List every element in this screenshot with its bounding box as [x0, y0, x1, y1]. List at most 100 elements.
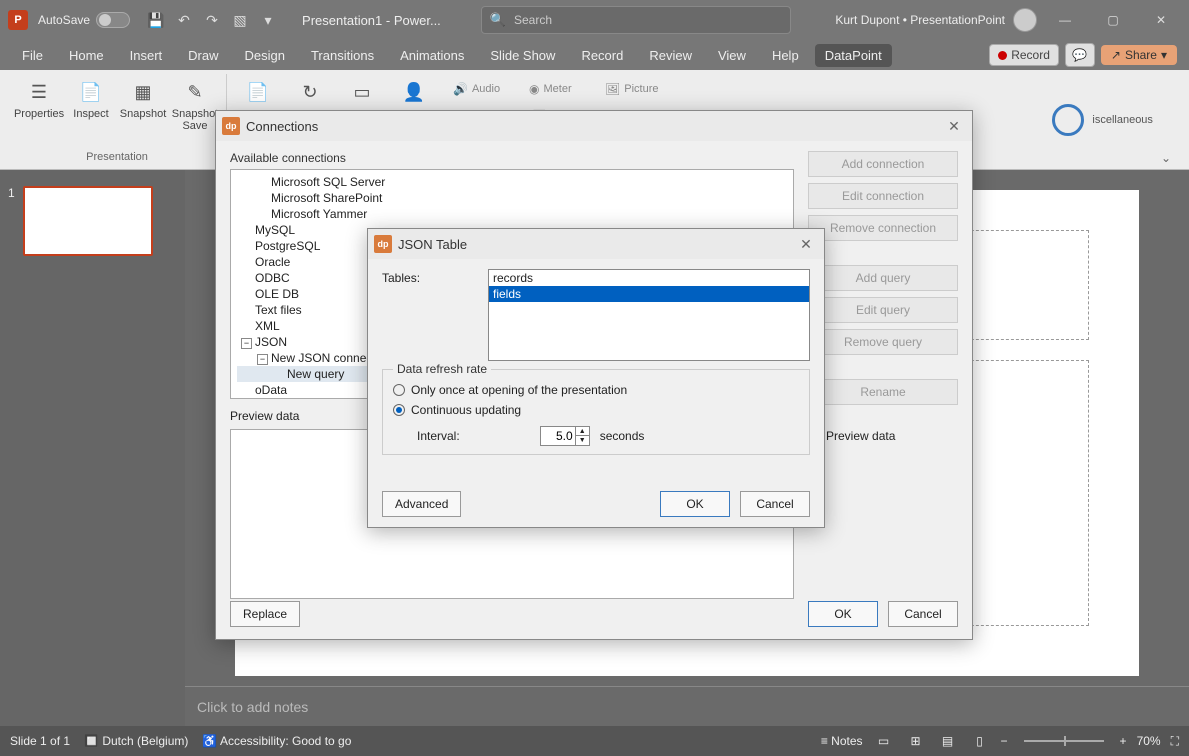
notes-pane[interactable]: Click to add notes: [185, 686, 1189, 726]
rename-button[interactable]: Rename: [808, 379, 958, 405]
save-icon[interactable]: 💾: [142, 6, 170, 34]
snapshot-save-icon: ✎: [181, 78, 209, 106]
group-name-presentation: Presentation: [14, 151, 220, 165]
properties-button[interactable]: ☰Properties: [14, 74, 64, 136]
picture-icon: 🖼: [605, 82, 620, 96]
tab-view[interactable]: View: [708, 44, 756, 67]
zoom-out-button[interactable]: −: [1001, 734, 1008, 748]
ribbon-btn-d[interactable]: 👤: [389, 74, 439, 110]
interval-label: Interval:: [417, 429, 460, 443]
inspect-button[interactable]: 📄Inspect: [66, 74, 116, 136]
interval-spinner[interactable]: ▲▼: [540, 426, 590, 446]
language-button[interactable]: 🔲 Dutch (Belgium): [84, 734, 188, 748]
snapshot-label: Snapshot: [120, 108, 166, 120]
connections-ok-button[interactable]: OK: [808, 601, 878, 627]
connections-cancel-button[interactable]: Cancel: [888, 601, 958, 627]
zoom-level[interactable]: 70%: [1137, 734, 1161, 748]
minimize-button[interactable]: ―: [1045, 5, 1085, 35]
tab-animations[interactable]: Animations: [390, 44, 474, 67]
ribbon-tabs: File Home Insert Draw Design Transitions…: [0, 40, 1189, 70]
add-connection-button[interactable]: Add connection: [808, 151, 958, 177]
tab-slideshow[interactable]: Slide Show: [480, 44, 565, 67]
dp-icon: dp: [222, 117, 240, 135]
autosave-toggle[interactable]: [96, 12, 130, 28]
table-item-records[interactable]: records: [489, 270, 809, 286]
meter-button[interactable]: ◉Meter: [525, 78, 597, 100]
zoom-in-button[interactable]: +: [1120, 734, 1127, 748]
undo-icon[interactable]: ↶: [170, 6, 198, 34]
tab-home[interactable]: Home: [59, 44, 114, 67]
tab-help[interactable]: Help: [762, 44, 809, 67]
advanced-button[interactable]: Advanced: [382, 491, 461, 517]
json-cancel-button[interactable]: Cancel: [740, 491, 810, 517]
audio-button[interactable]: 🔊Audio: [449, 78, 521, 100]
tables-listbox[interactable]: records fields: [488, 269, 810, 361]
picture-label: Picture: [624, 83, 658, 95]
search-input[interactable]: 🔍 Search: [481, 6, 791, 34]
qat-dropdown-icon[interactable]: ▾: [254, 6, 282, 34]
tab-review[interactable]: Review: [639, 44, 702, 67]
ribbon-btn-a[interactable]: 📄: [233, 74, 283, 110]
maximize-button[interactable]: ▢: [1093, 5, 1133, 35]
tab-draw[interactable]: Draw: [178, 44, 228, 67]
close-button[interactable]: ✕: [1141, 5, 1181, 35]
collapse-icon[interactable]: −: [241, 338, 252, 349]
comments-button[interactable]: 💬: [1065, 43, 1095, 67]
circle-icon[interactable]: [1052, 104, 1084, 136]
ribbon-btn-c[interactable]: ▭: [337, 74, 387, 110]
meter-icon: ◉: [529, 82, 539, 96]
interval-input[interactable]: [541, 429, 575, 443]
tab-transitions[interactable]: Transitions: [301, 44, 384, 67]
tab-record[interactable]: Record: [571, 44, 633, 67]
record-button[interactable]: Record: [989, 44, 1059, 66]
picture-button[interactable]: 🖼 Picture: [601, 78, 673, 100]
add-query-button[interactable]: Add query: [808, 265, 958, 291]
connections-close-button[interactable]: ✕: [942, 114, 966, 138]
tree-item-mssp[interactable]: Microsoft SharePoint: [237, 190, 787, 206]
present-icon[interactable]: ▧: [226, 6, 254, 34]
edit-connection-button[interactable]: Edit connection: [808, 183, 958, 209]
table-item-fields[interactable]: fields: [489, 286, 809, 302]
spin-up-icon[interactable]: ▲: [575, 427, 589, 436]
tab-insert[interactable]: Insert: [120, 44, 173, 67]
avatar[interactable]: [1013, 8, 1037, 32]
search-placeholder: Search: [514, 13, 552, 27]
remove-connection-button[interactable]: Remove connection: [808, 215, 958, 241]
replace-button[interactable]: Replace: [230, 601, 300, 627]
snapshot-save-button[interactable]: ✎Snapshot Save: [170, 74, 220, 136]
slideshow-view-icon[interactable]: ▯: [969, 732, 991, 750]
radio-once[interactable]: Only once at opening of the presentation: [393, 380, 799, 400]
slide-thumbnail-1[interactable]: [23, 186, 153, 256]
collapse-icon[interactable]: −: [257, 354, 268, 365]
snapshot-button[interactable]: ▦ Snapshot: [118, 74, 168, 136]
connections-title: Connections: [246, 119, 318, 134]
json-ok-button[interactable]: OK: [660, 491, 730, 517]
tab-datapoint[interactable]: DataPoint: [815, 44, 892, 67]
reading-view-icon[interactable]: ▤: [937, 732, 959, 750]
spin-down-icon[interactable]: ▼: [575, 436, 589, 445]
json-close-button[interactable]: ✕: [794, 232, 818, 256]
tab-file[interactable]: File: [12, 44, 53, 67]
tab-design[interactable]: Design: [235, 44, 295, 67]
fit-button[interactable]: ⛶: [1171, 734, 1179, 749]
ribbon-group-presentation: ☰Properties 📄Inspect ▦ Snapshot ✎Snapshot…: [8, 74, 227, 165]
radio-once-label: Only once at opening of the presentation: [411, 383, 627, 397]
remove-query-button[interactable]: Remove query: [808, 329, 958, 355]
share-button[interactable]: ↗Share▾: [1101, 45, 1177, 65]
notes-button[interactable]: ≡ Notes: [821, 734, 863, 748]
available-connections-label: Available connections: [230, 151, 794, 165]
sorter-view-icon[interactable]: ⊞: [905, 732, 927, 750]
dp-icon: dp: [374, 235, 392, 253]
normal-view-icon[interactable]: ▭: [873, 732, 895, 750]
snapshot-icon: ▦: [129, 78, 157, 106]
tree-item-mssql[interactable]: Microsoft SQL Server: [237, 174, 787, 190]
ribbon-collapse-icon[interactable]: ⌄: [1161, 151, 1171, 165]
redo-icon[interactable]: ↷: [198, 6, 226, 34]
json-titlebar: dp JSON Table ✕: [368, 229, 824, 259]
accessibility-button[interactable]: ♿ Accessibility: Good to go: [202, 734, 351, 748]
ribbon-btn-b[interactable]: ↻: [285, 74, 335, 110]
zoom-slider[interactable]: [1024, 740, 1104, 742]
edit-query-button[interactable]: Edit query: [808, 297, 958, 323]
tree-item-msy[interactable]: Microsoft Yammer: [237, 206, 787, 222]
radio-continuous[interactable]: Continuous updating: [393, 400, 799, 420]
